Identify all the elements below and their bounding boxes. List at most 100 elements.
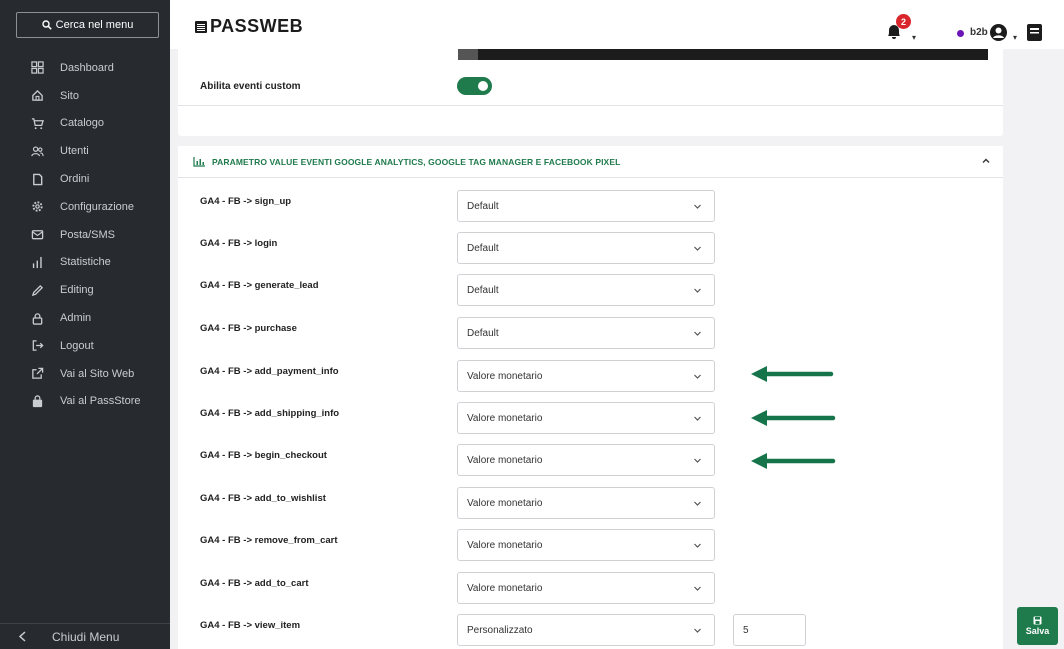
sidebar-item-label: Posta/SMS (60, 228, 116, 241)
param-select[interactable]: Default (457, 317, 715, 349)
chevron-down-icon (694, 501, 701, 506)
chevron-down-icon (694, 416, 701, 421)
param-label: GA4 - FB -> generate_lead (200, 280, 319, 291)
select-value: Valore monetario (467, 539, 543, 551)
chevron-down-icon (694, 331, 701, 336)
sidebar-item-label: Dashboard (60, 61, 114, 74)
user-account-icon[interactable] (989, 23, 1008, 42)
param-row: GA4 - FB -> remove_from_cart Valore mone… (178, 529, 1003, 571)
chevron-up-icon[interactable] (981, 156, 991, 166)
select-value: Valore monetario (467, 370, 543, 382)
sidebar-item-vai-al-sito-web[interactable]: Vai al Sito Web (0, 360, 170, 388)
external-link-icon (30, 367, 44, 381)
chevron-down-icon (694, 628, 701, 633)
logo-mark-icon (195, 20, 207, 33)
sidebar-item-ordini[interactable]: Ordini (0, 165, 170, 193)
sidebar-item-sito[interactable]: Sito (0, 82, 170, 110)
custom-value-input[interactable]: 5 (733, 614, 806, 646)
sidebar-item-admin[interactable]: Admin (0, 304, 170, 332)
sidebar-item-catalogo[interactable]: Catalogo (0, 110, 170, 138)
cart-icon (30, 116, 44, 130)
save-button[interactable]: Salva (1017, 607, 1058, 645)
sidebar-item-label: Admin (60, 312, 92, 325)
sidebar-menu: Dashboard Sito Catalogo Utenti Ordini Co… (0, 54, 170, 415)
select-value: Default (467, 242, 499, 254)
save-label: Salva (1025, 626, 1050, 636)
select-value: Valore monetario (467, 454, 543, 466)
custom-events-toggle[interactable] (457, 77, 492, 95)
sidebar: Cerca nel menu Dashboard Sito Catalogo U… (0, 0, 170, 649)
param-select[interactable]: Valore monetario (457, 360, 715, 392)
sidebar-item-label: Vai al Sito Web (60, 367, 135, 380)
sidebar-item-logout[interactable]: Logout (0, 332, 170, 360)
sidebar-item-dashboard[interactable]: Dashboard (0, 54, 170, 82)
chevron-down-icon (694, 246, 701, 251)
sidebar-item-configurazione[interactable]: Configurazione (0, 193, 170, 221)
param-select[interactable]: Valore monetario (457, 402, 715, 434)
param-select[interactable]: Default (457, 232, 715, 264)
user-code: b2b (970, 27, 988, 38)
custom-events-label: Abilita eventi custom (200, 81, 301, 92)
chevron-down-icon (694, 374, 701, 379)
value-params-card: PARAMETRO VALUE EVENTI GOOGLE ANALYTICS,… (178, 146, 1003, 649)
param-row: GA4 - FB -> add_to_cart Valore monetario (178, 572, 1003, 614)
param-row: GA4 - FB -> add_to_wishlist Valore monet… (178, 487, 1003, 529)
dashboard-icon (30, 61, 44, 75)
param-label: GA4 - FB -> remove_from_cart (200, 535, 338, 546)
sidebar-item-label: Sito (60, 89, 79, 102)
mail-icon (30, 228, 44, 242)
section-title: PARAMETRO VALUE EVENTI GOOGLE ANALYTICS,… (212, 156, 621, 167)
param-label: GA4 - FB -> login (200, 238, 278, 249)
select-value: Personalizzato (467, 624, 533, 636)
param-select[interactable]: Default (457, 190, 715, 222)
menu-search-button[interactable]: Cerca nel menu (16, 12, 159, 38)
sidebar-item-label: Configurazione (60, 200, 134, 213)
arrow-left-icon (751, 366, 834, 382)
bar-chart-icon (30, 255, 44, 269)
param-row: GA4 - FB -> add_payment_info Valore mone… (178, 360, 1003, 402)
sidebar-item-posta-sms[interactable]: Posta/SMS (0, 221, 170, 249)
sidebar-item-statistiche[interactable]: Statistiche (0, 249, 170, 277)
param-row: GA4 - FB -> purchase Default (178, 317, 1003, 359)
param-select[interactable]: Valore monetario (457, 529, 715, 561)
book-icon[interactable] (1026, 23, 1043, 42)
notification-badge: 2 (896, 14, 911, 29)
param-select[interactable]: Default (457, 274, 715, 306)
chevron-down-icon[interactable]: ▾ (1013, 33, 1017, 42)
pencil-icon (30, 283, 44, 297)
sidebar-item-editing[interactable]: Editing (0, 276, 170, 304)
param-label: GA4 - FB -> add_payment_info (200, 366, 339, 377)
sidebar-item-label: Logout (60, 339, 94, 352)
param-select[interactable]: Valore monetario (457, 487, 715, 519)
select-value: Valore monetario (467, 412, 543, 424)
select-value: Valore monetario (467, 582, 543, 594)
gear-icon (30, 200, 44, 214)
home-icon (30, 89, 44, 103)
close-menu-button[interactable]: Chiudi Menu (0, 623, 170, 649)
param-row: GA4 - FB -> view_item Personalizzato 5 (178, 614, 1003, 649)
param-label: GA4 - FB -> sign_up (200, 196, 292, 207)
users-icon (30, 144, 44, 158)
param-label: GA4 - FB -> add_shipping_info (200, 408, 340, 419)
logo[interactable]: PASSWEB (195, 16, 303, 37)
param-select[interactable]: Valore monetario (457, 444, 715, 476)
chevron-down-icon (694, 288, 701, 293)
param-select[interactable]: Personalizzato (457, 614, 715, 646)
param-select[interactable]: Valore monetario (457, 572, 715, 604)
select-value: Default (467, 284, 499, 296)
search-icon (41, 20, 52, 30)
sidebar-item-vai-al-passstore[interactable]: Vai al PassStore (0, 388, 170, 416)
preview-bar (458, 49, 988, 60)
bag-icon (30, 394, 44, 408)
section-header[interactable]: PARAMETRO VALUE EVENTI GOOGLE ANALYTICS,… (178, 146, 1003, 178)
sidebar-item-utenti[interactable]: Utenti (0, 137, 170, 165)
sidebar-item-label: Vai al PassStore (60, 395, 141, 408)
sidebar-item-label: Ordini (60, 173, 90, 186)
param-label: GA4 - FB -> add_to_wishlist (200, 493, 326, 504)
custom-events-card: Abilita eventi custom (178, 49, 1003, 136)
document-icon (30, 172, 44, 186)
logo-text: PASSWEB (210, 16, 304, 36)
param-row: GA4 - FB -> generate_lead Default (178, 274, 1003, 316)
custom-value: 5 (743, 624, 749, 636)
chevron-left-icon (18, 631, 32, 642)
